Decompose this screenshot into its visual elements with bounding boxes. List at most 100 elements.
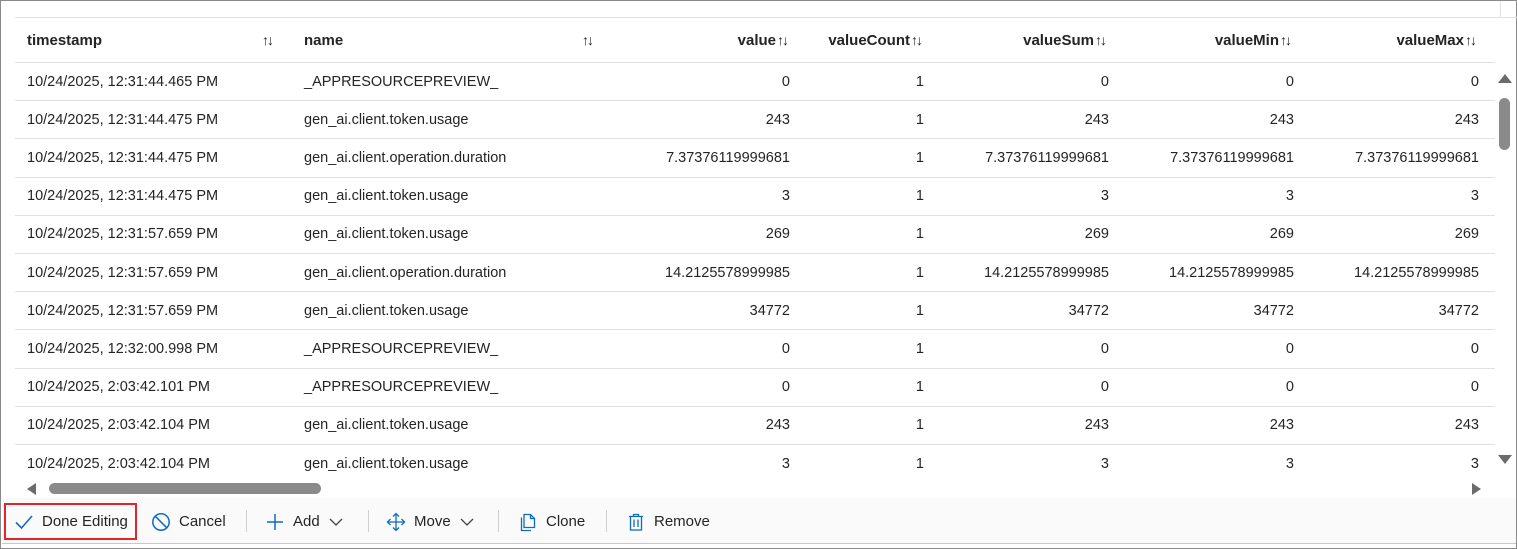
horizontal-scroll-thumb[interactable] [49,483,321,494]
table-cell-name[interactable]: gen_ai.client.token.usage [304,216,604,253]
sort-icon[interactable]: ↑↓ [1280,32,1292,48]
table-cell-valuesum[interactable]: 34772 [935,292,1109,329]
table-cell-timestamp[interactable]: 10/24/2025, 12:31:44.475 PM [27,139,287,176]
done-editing-button[interactable]: Done Editing [14,504,128,539]
sort-icon[interactable]: ↑↓ [911,32,923,48]
sort-icon[interactable]: ↑↓ [1095,32,1107,48]
table-cell-name[interactable]: gen_ai.client.operation.duration [304,139,604,176]
column-header-valuemax[interactable]: valueMax ↑↓ [1305,18,1477,62]
table-cell-valuecount[interactable]: 1 [795,445,924,480]
table-cell-valuemin[interactable]: 269 [1115,216,1294,253]
table-cell-name[interactable]: _APPRESOURCEPREVIEW_ [304,63,604,100]
table-row[interactable]: 10/24/2025, 2:03:42.104 PM gen_ai.client.… [15,445,1495,480]
table-row[interactable]: 10/24/2025, 12:31:44.475 PM gen_ai.client… [15,139,1495,178]
table-cell-timestamp[interactable]: 10/24/2025, 12:31:44.475 PM [27,178,287,215]
table-cell-valuecount[interactable]: 1 [795,63,924,100]
table-cell-value[interactable]: 0 [615,330,790,367]
table-cell-valuemax[interactable]: 34772 [1305,292,1479,329]
table-cell-name[interactable]: _APPRESOURCEPREVIEW_ [304,369,604,406]
table-cell-valuemax[interactable]: 243 [1305,407,1479,444]
table-cell-timestamp[interactable]: 10/24/2025, 12:31:57.659 PM [27,292,287,329]
table-cell-value[interactable]: 3 [615,445,790,480]
table-row[interactable]: 10/24/2025, 12:31:57.659 PM gen_ai.client… [15,254,1495,293]
table-cell-valuemax[interactable]: 243 [1305,101,1479,138]
sort-icon[interactable]: ↑↓ [262,18,284,62]
table-cell-timestamp[interactable]: 10/24/2025, 2:03:42.104 PM [27,445,287,480]
table-cell-timestamp[interactable]: 10/24/2025, 2:03:42.104 PM [27,407,287,444]
table-cell-valuesum[interactable]: 243 [935,101,1109,138]
table-cell-timestamp[interactable]: 10/24/2025, 12:31:44.475 PM [27,101,287,138]
scroll-up-arrow-icon[interactable] [1498,74,1512,83]
cancel-button[interactable]: Cancel [151,504,226,539]
table-cell-name[interactable]: gen_ai.client.token.usage [304,445,604,480]
table-cell-valuesum[interactable]: 0 [935,369,1109,406]
table-cell-name[interactable]: gen_ai.client.token.usage [304,101,604,138]
table-cell-value[interactable]: 0 [615,369,790,406]
table-cell-value[interactable]: 3 [615,178,790,215]
table-cell-valuecount[interactable]: 1 [795,178,924,215]
table-cell-valuemin[interactable]: 7.37376119999681 [1115,139,1294,176]
table-cell-timestamp[interactable]: 10/24/2025, 12:32:00.998 PM [27,330,287,367]
scroll-down-arrow-icon[interactable] [1498,455,1512,464]
table-cell-valuecount[interactable]: 1 [795,216,924,253]
table-cell-name[interactable]: gen_ai.client.token.usage [304,178,604,215]
table-cell-value[interactable]: 7.37376119999681 [615,139,790,176]
table-cell-valuecount[interactable]: 1 [795,254,924,291]
table-cell-valuesum[interactable]: 14.2125578999985 [935,254,1109,291]
table-cell-value[interactable]: 14.2125578999985 [615,254,790,291]
table-cell-valuemin[interactable]: 3 [1115,445,1294,480]
table-cell-valuecount[interactable]: 1 [795,292,924,329]
table-cell-valuemax[interactable]: 269 [1305,216,1479,253]
table-cell-valuesum[interactable]: 243 [935,407,1109,444]
table-cell-valuesum[interactable]: 269 [935,216,1109,253]
table-cell-valuemax[interactable]: 0 [1305,369,1479,406]
column-header-name[interactable]: name [304,18,564,62]
column-header-valuecount[interactable]: valueCount ↑↓ [795,18,923,62]
table-cell-name[interactable]: gen_ai.client.token.usage [304,407,604,444]
table-cell-value[interactable]: 0 [615,63,790,100]
table-cell-timestamp[interactable]: 10/24/2025, 12:31:57.659 PM [27,254,287,291]
table-cell-value[interactable]: 243 [615,101,790,138]
table-cell-name[interactable]: gen_ai.client.token.usage [304,292,604,329]
sort-icon[interactable]: ↑↓ [582,18,604,62]
table-cell-value[interactable]: 243 [615,407,790,444]
table-row[interactable]: 10/24/2025, 12:31:44.475 PM gen_ai.client… [15,178,1495,216]
column-header-value[interactable]: value ↑↓ [615,18,789,62]
vertical-scroll-thumb[interactable] [1499,98,1510,150]
table-cell-timestamp[interactable]: 10/24/2025, 12:31:44.465 PM [27,63,287,100]
remove-button[interactable]: Remove [626,504,710,539]
table-cell-valuemin[interactable]: 243 [1115,101,1294,138]
table-row[interactable]: 10/24/2025, 2:03:42.101 PM _APPRESOURCEPR… [15,369,1495,407]
table-cell-value[interactable]: 34772 [615,292,790,329]
table-cell-valuemin[interactable]: 3 [1115,178,1294,215]
clone-button[interactable]: Clone [518,504,585,539]
table-cell-valuesum[interactable]: 0 [935,63,1109,100]
column-header-valuemin[interactable]: valueMin ↑↓ [1115,18,1292,62]
column-header-timestamp[interactable]: timestamp [27,18,267,62]
table-cell-valuemax[interactable]: 3 [1305,178,1479,215]
sort-icon[interactable]: ↑↓ [1465,32,1477,48]
table-cell-valuesum[interactable]: 3 [935,178,1109,215]
move-button[interactable]: Move [386,504,475,539]
table-row[interactable]: 10/24/2025, 12:32:00.998 PM _APPRESOURCEP… [15,330,1495,369]
table-cell-valuecount[interactable]: 1 [795,407,924,444]
table-cell-valuemax[interactable]: 7.37376119999681 [1305,139,1479,176]
table-cell-valuemin[interactable]: 14.2125578999985 [1115,254,1294,291]
table-cell-valuemin[interactable]: 0 [1115,63,1294,100]
table-cell-timestamp[interactable]: 10/24/2025, 2:03:42.101 PM [27,369,287,406]
table-cell-valuecount[interactable]: 1 [795,101,924,138]
sort-icon[interactable]: ↑↓ [777,32,789,48]
table-row[interactable]: 10/24/2025, 12:31:44.475 PM gen_ai.client… [15,101,1495,140]
table-cell-name[interactable]: _APPRESOURCEPREVIEW_ [304,330,604,367]
table-cell-valuemin[interactable]: 0 [1115,330,1294,367]
table-cell-valuesum[interactable]: 0 [935,330,1109,367]
table-cell-valuemin[interactable]: 34772 [1115,292,1294,329]
table-cell-valuecount[interactable]: 1 [795,139,924,176]
table-cell-valuemax[interactable]: 0 [1305,330,1479,367]
table-cell-valuemax[interactable]: 0 [1305,63,1479,100]
add-button[interactable]: Add [265,504,344,539]
table-cell-valuecount[interactable]: 1 [795,369,924,406]
table-row[interactable]: 10/24/2025, 12:31:57.659 PM gen_ai.client… [15,216,1495,254]
scroll-left-arrow-icon[interactable] [27,483,36,495]
table-cell-valuemax[interactable]: 3 [1305,445,1479,480]
